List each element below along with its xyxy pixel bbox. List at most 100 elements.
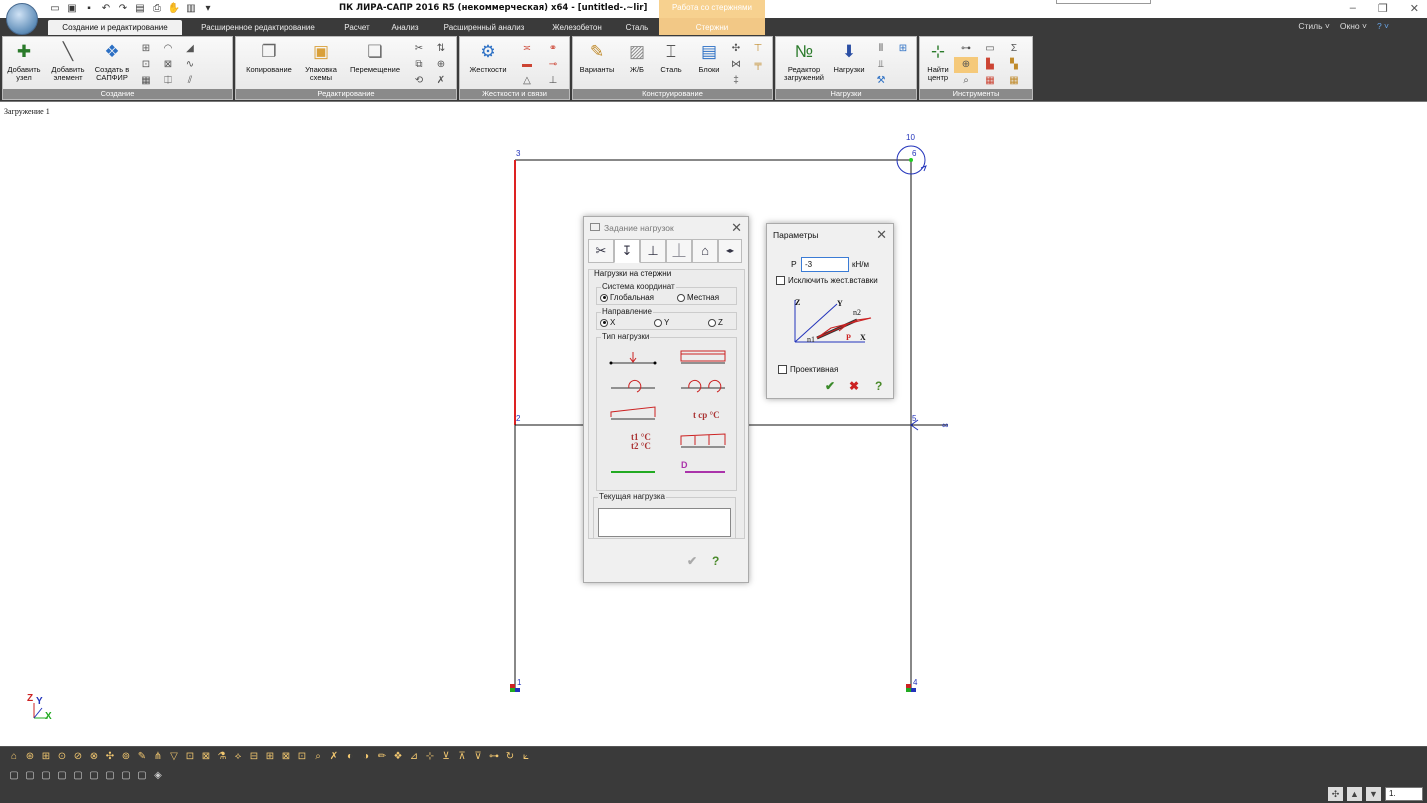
proj-10-icon[interactable]: ◈ [151, 769, 165, 783]
params-help-button[interactable]: ? [875, 379, 882, 393]
proj-4-icon[interactable]: ▢ [55, 769, 69, 783]
load-dist-icon[interactable] [677, 464, 729, 484]
bottom-toolbar-projections: ▢ ▢ ▢ ▢ ▢ ▢ ▢ ▢ ▢ ◈ [0, 766, 1427, 784]
app-menu-orb[interactable] [6, 3, 38, 35]
radio-local[interactable]: Местная [677, 293, 719, 302]
view-tool-2-icon[interactable]: ⊛ [23, 750, 37, 764]
rod-loads-label: Нагрузки на стержни [594, 269, 672, 278]
view-tool-6-icon[interactable]: ⊗ [87, 750, 101, 764]
node-label-6: 6 [912, 149, 917, 158]
exclude-rigid-box [776, 276, 785, 285]
view-tool-23-icon[interactable]: ⊹ [423, 750, 437, 764]
params-ok-button[interactable]: ✔ [825, 379, 835, 393]
current-load-box[interactable] [598, 508, 731, 537]
status-tool-icon[interactable]: ✣ [1328, 786, 1343, 801]
view-tool-18-icon[interactable]: ⊡ [295, 750, 309, 764]
erase-icon[interactable]: ✗ [327, 750, 341, 764]
rod-loads-panel: Нагрузки на стержни Система координат Гл… [588, 269, 745, 539]
p-value-input[interactable]: -3 [801, 257, 849, 272]
radio-x[interactable]: X [600, 318, 615, 327]
load-moment-pair-icon[interactable] [677, 376, 729, 396]
load-multi-icon[interactable] [677, 432, 729, 452]
load-axial-icon[interactable] [607, 460, 659, 480]
view-tool-5-icon[interactable]: ⊘ [71, 750, 85, 764]
params-dialog-close-icon[interactable]: ✕ [876, 227, 887, 243]
tab-rods-icon[interactable]: ↧ [614, 239, 640, 263]
view-tool-25-icon[interactable]: ⊼ [455, 750, 469, 764]
view-tool-12-icon[interactable]: ⊠ [199, 750, 213, 764]
tab-plates-icon[interactable]: ⊥ [640, 239, 666, 263]
view-tool-20-icon[interactable]: ◑ [359, 750, 373, 764]
load-moment-icon[interactable] [607, 376, 659, 396]
status-down-icon[interactable]: ▼ [1366, 786, 1381, 801]
projective-checkbox[interactable]: Проективная [778, 365, 838, 374]
params-dialog-title: Параметры [773, 230, 819, 240]
radio-y[interactable]: Y [654, 318, 669, 327]
loads-dialog-close-icon[interactable]: ✕ [731, 220, 742, 236]
proj-1-icon[interactable]: ▢ [7, 769, 21, 783]
tab-nodes-icon[interactable]: ✂ [588, 239, 614, 263]
projection-tools: ▢ ▢ ▢ ▢ ▢ ▢ ▢ ▢ ▢ ◈ [6, 766, 166, 783]
tab-scroll-icon[interactable]: ◂▸ [718, 239, 742, 263]
proj-9-icon[interactable]: ▢ [135, 769, 149, 783]
radio-local-dot [677, 293, 685, 302]
view-tool-13-icon[interactable]: ⚗ [215, 750, 229, 764]
zoom-select[interactable]: 1. [1385, 786, 1423, 801]
proj-2-icon[interactable]: ▢ [23, 769, 37, 783]
proj-6-icon[interactable]: ▢ [87, 769, 101, 783]
view-tool-19-icon[interactable]: ◐ [343, 750, 357, 764]
loads-help-button[interactable]: ? [712, 554, 719, 568]
view-tool-21-icon[interactable]: ❖ [391, 750, 405, 764]
filter-icon[interactable]: ▽ [167, 750, 181, 764]
view-tool-17-icon[interactable]: ⊠ [279, 750, 293, 764]
support-4-c [906, 688, 911, 692]
load-uniform-icon[interactable] [677, 348, 729, 368]
status-up-icon[interactable]: ▲ [1347, 786, 1362, 801]
view-tool-7-icon[interactable]: ✣ [103, 750, 117, 764]
proj-7-icon[interactable]: ▢ [103, 769, 117, 783]
axis-z: Z [27, 693, 34, 704]
support-1-c [510, 688, 515, 692]
status-right: ✣ ▲ ▼ 1. [1328, 786, 1423, 801]
view-tool-15-icon[interactable]: ⊟ [247, 750, 261, 764]
search-tool-icon[interactable]: ⌕ [311, 750, 325, 764]
coord-system-legend: Система координат [601, 282, 676, 291]
proj-3-icon[interactable]: ▢ [39, 769, 53, 783]
view-tool-9-icon[interactable]: ✎ [135, 750, 149, 764]
view-tool-11-icon[interactable]: ⊡ [183, 750, 197, 764]
view-tool-22-icon[interactable]: ⊿ [407, 750, 421, 764]
view-tool-14-icon[interactable]: ⟡ [231, 750, 245, 764]
view-tool-26-icon[interactable]: ⊽ [471, 750, 485, 764]
view-tool-10-icon[interactable]: ⋔ [151, 750, 165, 764]
view-tool-4-icon[interactable]: ⊙ [55, 750, 69, 764]
tab-special-icon[interactable]: ⌂ [692, 239, 718, 263]
load-tcp-label[interactable]: t ср °C [693, 410, 720, 420]
radio-global[interactable]: Глобальная [600, 293, 654, 302]
exclude-rigid-checkbox[interactable]: Исключить жест.вставки [776, 276, 878, 285]
node-label-2: 2 [516, 414, 521, 423]
radio-z[interactable]: Z [708, 318, 723, 327]
node-6-marker [909, 158, 913, 162]
load-temp-gradient[interactable]: t1 °C t2 °C [631, 433, 651, 451]
view-tool-24-icon[interactable]: ⊻ [439, 750, 453, 764]
load-concentrated-icon[interactable] [607, 348, 659, 368]
support-4-b [911, 688, 916, 692]
load-trapezoid-icon[interactable] [607, 404, 659, 424]
view-tool-27-icon[interactable]: ⊶ [487, 750, 501, 764]
loads-ok-button[interactable]: ✔ [687, 554, 697, 568]
diagram-n2: n2 [853, 308, 861, 317]
proj-8-icon[interactable]: ▢ [119, 769, 133, 783]
node-label-3: 3 [516, 149, 521, 158]
params-cancel-button[interactable]: ✖ [849, 379, 859, 393]
view-tool-16-icon[interactable]: ⊞ [263, 750, 277, 764]
view-tool-1-icon[interactable]: ⌂ [7, 750, 21, 764]
direction-legend: Направление [601, 307, 653, 316]
view-tool-8-icon[interactable]: ⊚ [119, 750, 133, 764]
view-tool-28-icon[interactable]: ⟀ [519, 750, 533, 764]
rotate-view-icon[interactable]: ↻ [503, 750, 517, 764]
diagram-p: P [846, 333, 851, 342]
view-tool-3-icon[interactable]: ⊞ [39, 750, 53, 764]
proj-5-icon[interactable]: ▢ [71, 769, 85, 783]
pencil-icon[interactable]: ✏ [375, 750, 389, 764]
tab-solids-icon[interactable]: ⏊ [666, 239, 692, 263]
